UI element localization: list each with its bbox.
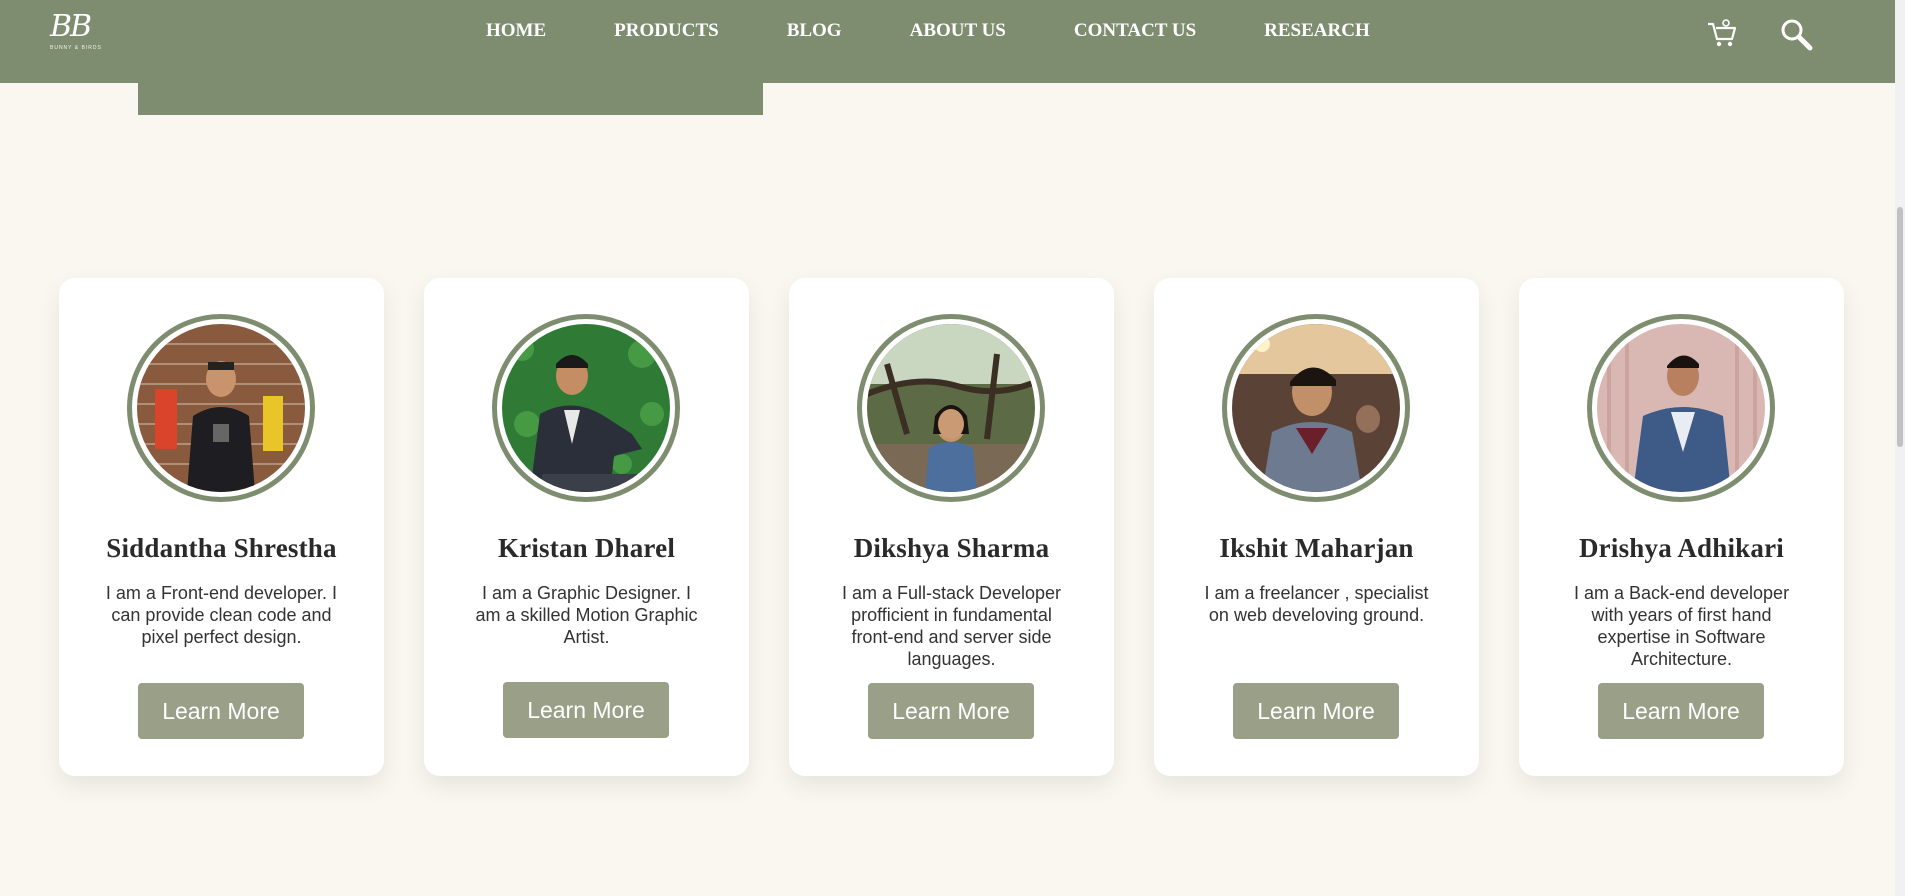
member-name: Kristan Dharel bbox=[497, 533, 676, 563]
team-card: Siddantha Shrestha I am a Front-end deve… bbox=[59, 278, 384, 776]
avatar bbox=[127, 314, 315, 502]
member-name: Dikshya Sharma bbox=[853, 533, 1050, 563]
avatar bbox=[857, 314, 1045, 502]
learn-more-button[interactable]: Learn More bbox=[503, 682, 669, 738]
team-card: Kristan Dharel I am a Graphic Designer. … bbox=[424, 278, 749, 776]
nav-about-us[interactable]: ABOUT US bbox=[910, 20, 1006, 42]
top-navigation-bar: BB BUNNY & BIRDS HOME PRODUCTS BLOG ABOU… bbox=[0, 0, 1895, 83]
nav-products[interactable]: PRODUCTS bbox=[614, 20, 719, 42]
main-nav: HOME PRODUCTS BLOG ABOUT US CONTACT US R… bbox=[486, 20, 1370, 42]
scrollbar-thumb[interactable] bbox=[1897, 207, 1903, 447]
nav-research[interactable]: RESEARCH bbox=[1264, 20, 1370, 42]
learn-more-button[interactable]: Learn More bbox=[868, 683, 1034, 739]
scrollbar-track[interactable] bbox=[1895, 0, 1905, 896]
brand-logo[interactable]: BB BUNNY & BIRDS bbox=[50, 12, 114, 58]
member-description: I am a Back-end developer with years of … bbox=[1573, 583, 1790, 669]
team-card: Dikshya Sharma I am a Full-stack Develop… bbox=[789, 278, 1114, 776]
learn-more-button[interactable]: Learn More bbox=[1233, 683, 1399, 739]
section-banner-block bbox=[138, 83, 763, 115]
avatar bbox=[1222, 314, 1410, 502]
learn-more-button[interactable]: Learn More bbox=[1598, 683, 1764, 739]
learn-more-button[interactable]: Learn More bbox=[138, 683, 304, 739]
member-name: Drishya Adhikari bbox=[1578, 533, 1784, 563]
nav-home[interactable]: HOME bbox=[486, 20, 546, 42]
avatar bbox=[492, 314, 680, 502]
member-description: I am a Full-stack Developer profficient … bbox=[841, 583, 1062, 669]
avatar bbox=[1587, 314, 1775, 502]
team-card: Ikshit Maharjan I am a freelancer , spec… bbox=[1154, 278, 1479, 776]
member-description: I am a Graphic Designer. I am a skilled … bbox=[475, 583, 698, 647]
search-icon[interactable] bbox=[1776, 14, 1816, 54]
member-description: I am a Front-end developer. I can provid… bbox=[105, 583, 338, 647]
nav-blog[interactable]: BLOG bbox=[787, 20, 842, 42]
nav-contact-us[interactable]: CONTACT US bbox=[1074, 20, 1196, 42]
member-description: I am a freelancer , specialist on web de… bbox=[1204, 583, 1429, 625]
cart-icon[interactable] bbox=[1702, 14, 1742, 54]
member-name: Siddantha Shrestha bbox=[106, 533, 337, 563]
team-card: Drishya Adhikari I am a Back-end develop… bbox=[1519, 278, 1844, 776]
member-name: Ikshit Maharjan bbox=[1219, 533, 1414, 563]
